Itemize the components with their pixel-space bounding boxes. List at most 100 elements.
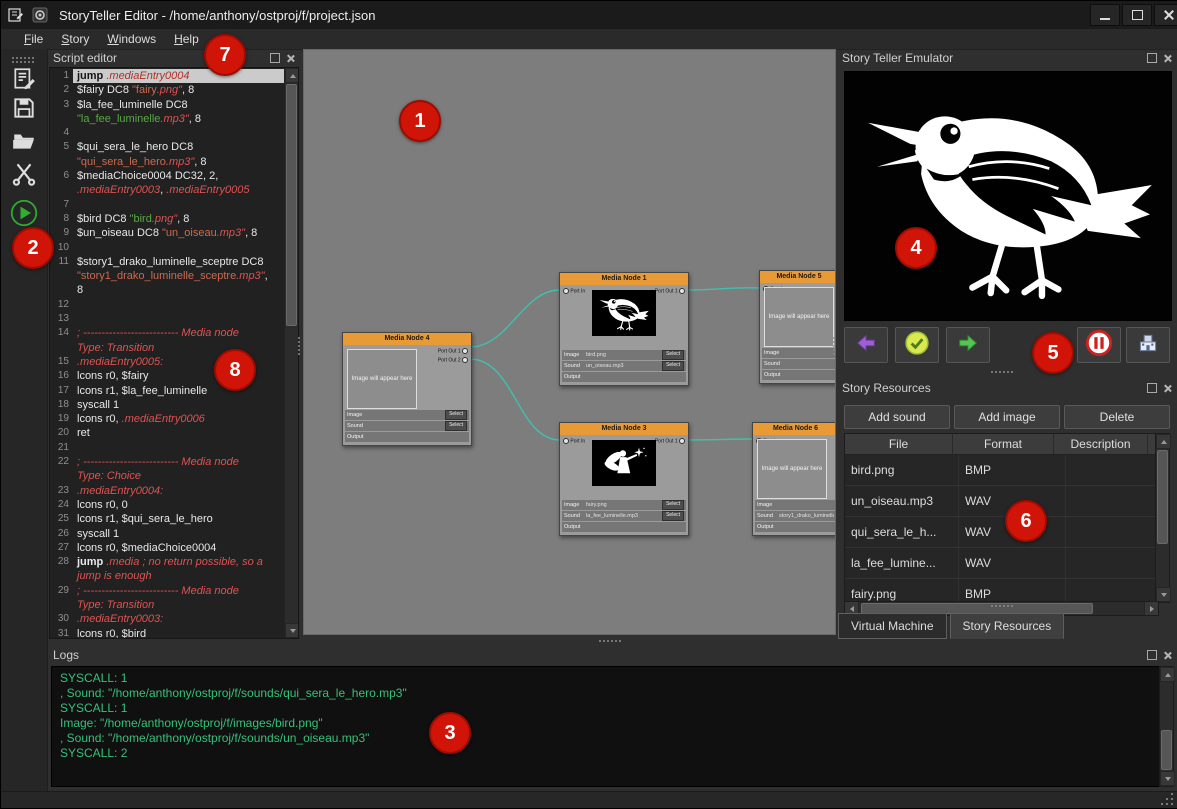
- new-script-button[interactable]: [8, 64, 40, 94]
- code-line[interactable]: 21: [50, 441, 285, 455]
- code-line[interactable]: 12: [50, 298, 285, 312]
- code-line[interactable]: 6$mediaChoice0004 DC32, 2,: [50, 169, 285, 183]
- resources-splitter-handle[interactable]: [991, 605, 993, 607]
- back-button[interactable]: [844, 327, 888, 363]
- graph-node[interactable]: Media Node 4Port Out 1 Port Out 2 Image …: [342, 332, 472, 446]
- code-line[interactable]: 30.mediaEntry0003:: [50, 612, 285, 626]
- code-line[interactable]: .mediaEntry0003, .mediaEntry0005: [50, 183, 285, 197]
- code-line[interactable]: "la_fee_luminelle.mp3", 8: [50, 112, 285, 126]
- float-icon[interactable]: [1147, 383, 1157, 393]
- splitter-handle[interactable]: [599, 640, 601, 642]
- scrollbar-thumb[interactable]: [1161, 730, 1172, 770]
- float-icon[interactable]: [1147, 53, 1157, 63]
- menu-windows[interactable]: Windows: [98, 32, 165, 46]
- scrollbar-thumb[interactable]: [286, 84, 297, 326]
- cut-button[interactable]: [8, 158, 40, 188]
- ok-button[interactable]: [895, 327, 939, 363]
- code-line[interactable]: "story1_drako_luminelle_sceptre.mp3",: [50, 269, 285, 283]
- arrow-right-icon[interactable]: [1144, 602, 1158, 615]
- code-line[interactable]: 20ret: [50, 426, 285, 440]
- code-line[interactable]: 22; -------------------------- Media nod…: [50, 455, 285, 469]
- code-line[interactable]: "qui_sera_le_hero.mp3", 8: [50, 155, 285, 169]
- float-icon[interactable]: [270, 53, 280, 63]
- tab-story-resources[interactable]: Story Resources: [950, 613, 1065, 639]
- code-line[interactable]: 23.mediaEntry0004:: [50, 484, 285, 498]
- close-icon[interactable]: [286, 54, 295, 63]
- code-line[interactable]: 17lcons r1, $la_fee_luminelle: [50, 384, 285, 398]
- code-line[interactable]: jump is enough: [50, 569, 285, 583]
- port-out[interactable]: Port Out 1: [655, 438, 685, 445]
- code-line[interactable]: 11$story1_drako_luminelle_sceptre DC8: [50, 255, 285, 269]
- arrow-up-icon[interactable]: [1156, 434, 1171, 449]
- port-in[interactable]: Port In: [563, 288, 585, 295]
- code-line[interactable]: 18syscall 1: [50, 398, 285, 412]
- select-button[interactable]: Select: [662, 511, 684, 521]
- arrow-down-icon[interactable]: [1160, 771, 1175, 786]
- code-line[interactable]: 8: [50, 283, 285, 297]
- graph-node[interactable]: Media Node 6 Port InImage will appear he…: [752, 422, 836, 536]
- port-out[interactable]: Port Out 1: [655, 288, 685, 295]
- next-button[interactable]: [946, 327, 990, 363]
- port-out[interactable]: Port Out 2: [438, 357, 468, 364]
- code-line[interactable]: 1jump .mediaEntry0004: [50, 69, 285, 83]
- add-image-button[interactable]: Add image: [954, 405, 1060, 429]
- open-button[interactable]: [8, 126, 40, 156]
- column-header[interactable]: Description: [1054, 434, 1148, 454]
- arrow-up-icon[interactable]: [1160, 667, 1175, 682]
- toolbar-handle[interactable]: [12, 57, 14, 59]
- code-line[interactable]: 3$la_fee_luminelle DC8: [50, 98, 285, 112]
- close-button[interactable]: [1154, 4, 1177, 26]
- port-in[interactable]: Port In: [563, 438, 585, 445]
- port-out[interactable]: Port Out 1: [438, 348, 468, 355]
- close-icon[interactable]: [1163, 54, 1172, 63]
- graph-node[interactable]: Media Node 3 Port InPort Out 1 Imagefair…: [559, 422, 689, 536]
- minimize-button[interactable]: [1090, 4, 1120, 26]
- scrollbar-thumb[interactable]: [1157, 450, 1168, 544]
- arrow-down-icon[interactable]: [1156, 587, 1171, 602]
- script-editor[interactable]: 1jump .mediaEntry00042$fairy DC8 "fairy.…: [49, 67, 299, 639]
- run-button[interactable]: [8, 198, 40, 228]
- arrow-up-icon[interactable]: [285, 68, 299, 83]
- node-graph[interactable]: Media Node 4Port Out 1 Port Out 2 Image …: [303, 49, 836, 635]
- code-line[interactable]: 4: [50, 126, 285, 140]
- code-line[interactable]: 28jump .media ; no return possible, so a: [50, 555, 285, 569]
- code-line[interactable]: 5$qui_sera_le_hero DC8: [50, 140, 285, 154]
- select-button[interactable]: Select: [662, 350, 684, 360]
- column-header[interactable]: Format: [953, 434, 1054, 454]
- add-sound-button[interactable]: Add sound: [844, 405, 950, 429]
- tab-virtual-machine[interactable]: Virtual Machine: [838, 613, 947, 639]
- code-line[interactable]: 14; -------------------------- Media nod…: [50, 326, 285, 340]
- code-line[interactable]: Type: Transition: [50, 341, 285, 355]
- pause-button[interactable]: [1077, 327, 1121, 363]
- code-line[interactable]: 19lcons r0, .mediaEntry0006: [50, 412, 285, 426]
- menu-help[interactable]: Help: [165, 32, 208, 46]
- float-icon[interactable]: [1147, 650, 1157, 660]
- code-line[interactable]: 29; -------------------------- Media nod…: [50, 584, 285, 598]
- table-row[interactable]: la_fee_lumine...WAV: [845, 548, 1169, 579]
- resources-table-scrollbar[interactable]: [1155, 433, 1170, 603]
- select-button[interactable]: Select: [662, 361, 684, 371]
- menu-file[interactable]: File: [15, 32, 52, 46]
- toolbar-handle[interactable]: [12, 61, 14, 63]
- code-line[interactable]: 31lcons r0, $bird: [50, 627, 285, 638]
- code-line[interactable]: 25lcons r1, $qui_sera_le_hero: [50, 512, 285, 526]
- code-line[interactable]: Type: Transition: [50, 598, 285, 612]
- code-line[interactable]: 2$fairy DC8 "fairy.png", 8: [50, 83, 285, 97]
- logs-scrollbar[interactable]: [1159, 666, 1174, 787]
- select-button[interactable]: Select: [662, 500, 684, 510]
- code-line[interactable]: Type: Choice: [50, 469, 285, 483]
- close-icon[interactable]: [1163, 651, 1172, 660]
- close-icon[interactable]: [1163, 384, 1172, 393]
- arrow-down-icon[interactable]: [285, 623, 299, 638]
- code-line[interactable]: 8$bird DC8 "bird.png", 8: [50, 212, 285, 226]
- menu-story[interactable]: Story: [52, 32, 98, 46]
- select-button[interactable]: Select: [445, 410, 467, 420]
- code-line[interactable]: 9$un_oiseau DC8 "un_oiseau.mp3", 8: [50, 226, 285, 240]
- graph-node[interactable]: Media Node 1 Port InPort Out 1 Imagebird…: [559, 272, 689, 386]
- script-editor-scrollbar[interactable]: [284, 68, 298, 638]
- code-line[interactable]: 26syscall 1: [50, 527, 285, 541]
- table-row[interactable]: fairy.pngBMP: [845, 579, 1169, 603]
- resize-grip-icon[interactable]: [1171, 803, 1173, 805]
- splitter-handle[interactable]: [833, 337, 835, 339]
- graph-node[interactable]: Media Node 5 Port InImage will appear he…: [759, 270, 836, 384]
